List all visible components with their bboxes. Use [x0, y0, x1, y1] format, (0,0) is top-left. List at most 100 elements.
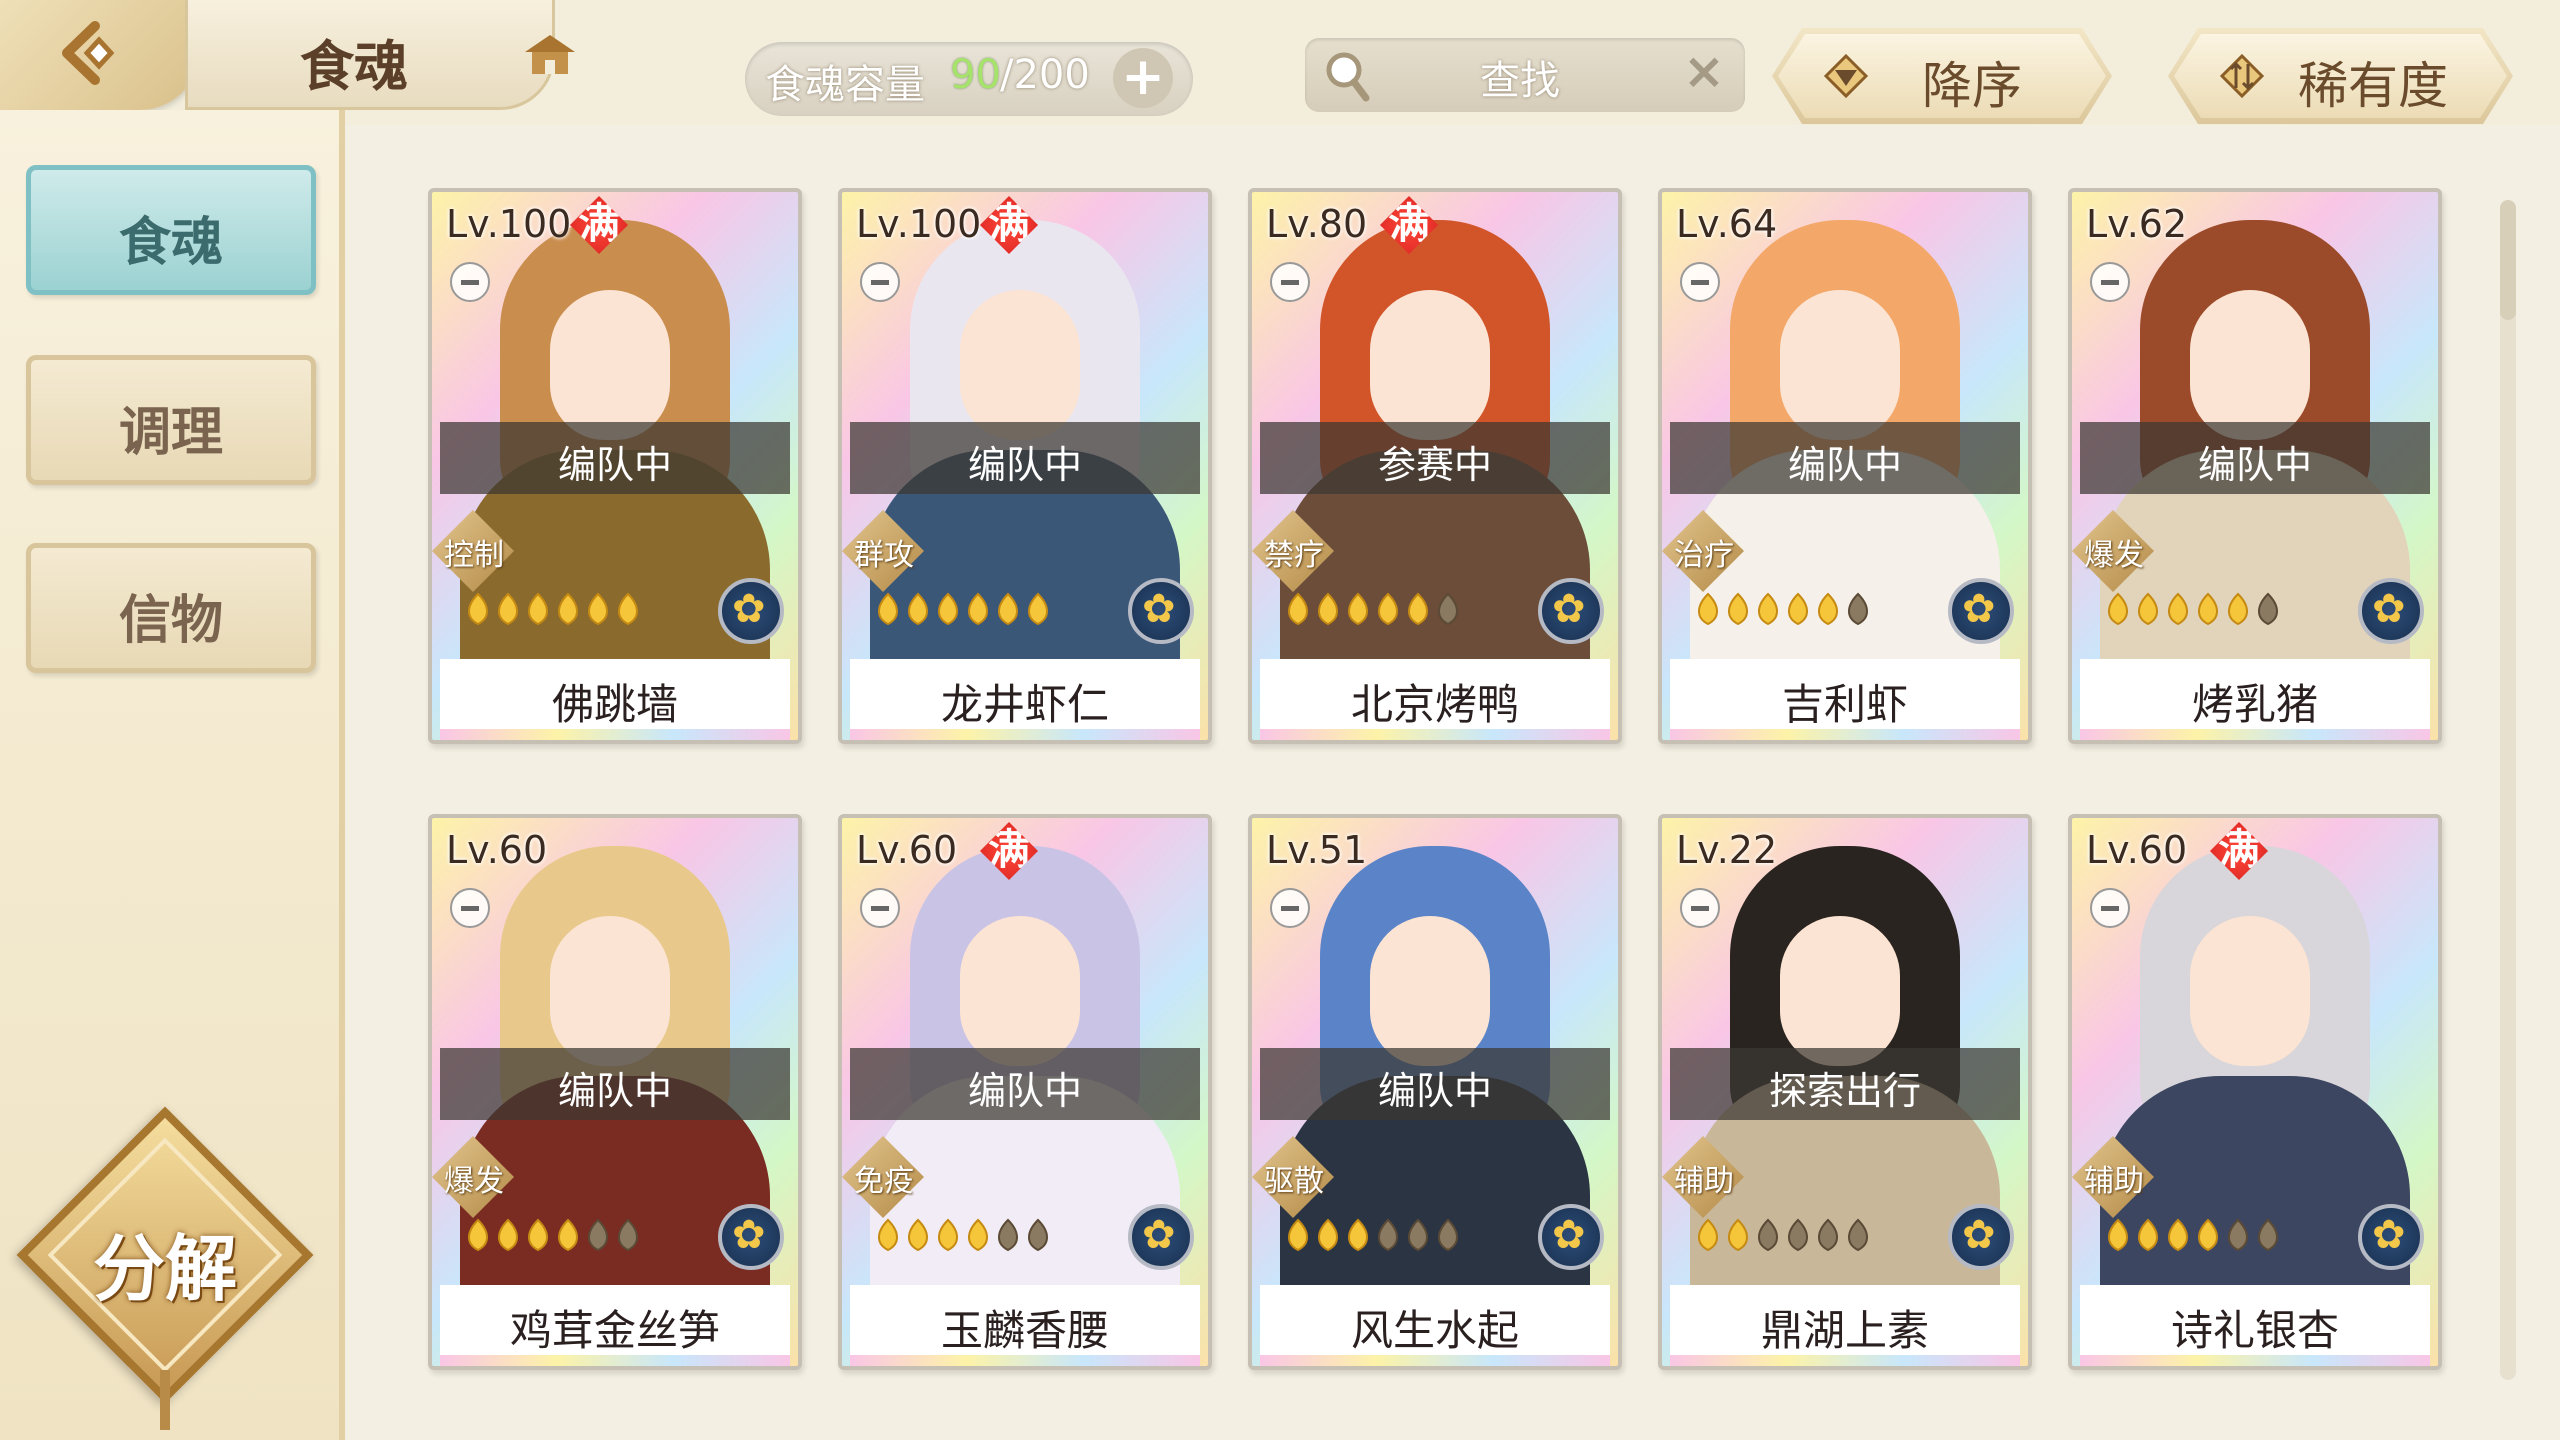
character-name: 佛跳墙 — [551, 680, 678, 729]
element-flower-icon — [1948, 1204, 2014, 1270]
sparkle-strip — [2080, 729, 2430, 740]
tab-tokens[interactable]: 信物 — [26, 543, 316, 673]
level-label: Lv.60 — [446, 828, 548, 872]
status-banner: 编队中 — [440, 1048, 790, 1120]
sort-order-label: 降序 — [1922, 57, 2022, 115]
element-flower-icon — [1538, 1204, 1604, 1270]
character-name: 吉利虾 — [1781, 680, 1908, 729]
food-soul-card[interactable]: Lv.60 编队中 爆发 鸡茸金丝笋 — [428, 814, 802, 1370]
character-name: 玉麟香腰 — [940, 1306, 1109, 1355]
level-label: Lv.62 — [2086, 202, 2188, 246]
food-soul-card[interactable]: Lv.51 编队中 驱散 风生水起 — [1248, 814, 1622, 1370]
lock-toggle-icon[interactable] — [860, 888, 900, 928]
character-name: 北京烤鸭 — [1350, 680, 1519, 729]
food-soul-card[interactable]: Lv.60 满 辅助 诗礼银杏 — [2068, 814, 2442, 1370]
character-name: 烤乳猪 — [2191, 680, 2318, 729]
lock-toggle-icon[interactable] — [2090, 888, 2130, 928]
character-name: 鸡茸金丝笋 — [509, 1306, 720, 1355]
status-banner: 编队中 — [850, 422, 1200, 494]
sparkle-strip — [850, 1355, 1200, 1366]
name-panel: 北京烤鸭 — [1260, 659, 1610, 729]
star-rating-flames-icon — [1698, 592, 1868, 626]
role-label: 控制 — [444, 538, 504, 573]
scrollbar-thumb[interactable] — [2500, 200, 2516, 320]
star-rating-flames-icon — [468, 1218, 638, 1252]
lock-toggle-icon[interactable] — [1680, 262, 1720, 302]
tab-label: 调理 — [118, 402, 223, 463]
role-label: 驱散 — [1264, 1164, 1324, 1199]
tab-label: 食魂 — [118, 212, 223, 273]
element-flower-icon — [1128, 1204, 1194, 1270]
character-name: 诗礼银杏 — [2170, 1306, 2339, 1355]
clear-search-icon[interactable]: × — [1683, 42, 1725, 100]
house-icon[interactable] — [520, 30, 580, 80]
food-soul-card[interactable]: Lv.22 探索出行 辅助 鼎湖上素 — [1658, 814, 2032, 1370]
role-label: 辅助 — [2084, 1164, 2144, 1199]
sort-field-button[interactable]: 稀有度 — [2168, 28, 2513, 124]
search-icon — [1326, 52, 1370, 102]
status-banner: 编队中 — [440, 422, 790, 494]
role-label: 辅助 — [1674, 1164, 1734, 1199]
decompose-label[interactable]: 分解 — [45, 1210, 285, 1315]
element-flower-icon — [718, 1204, 784, 1270]
back-button[interactable] — [0, 0, 200, 110]
page-title: 食魂 — [300, 34, 408, 98]
lock-toggle-icon[interactable] — [1270, 262, 1310, 302]
tassel-decoration — [160, 1370, 170, 1430]
character-name: 鼎湖上素 — [1760, 1306, 1929, 1355]
add-capacity-button[interactable]: + — [1113, 48, 1173, 108]
lock-toggle-icon[interactable] — [450, 888, 490, 928]
level-label: Lv.80 — [1266, 202, 1368, 246]
food-soul-card[interactable]: Lv.100 满 编队中 群攻 龙井虾仁 — [838, 188, 1212, 744]
level-label: Lv.60 — [2086, 828, 2188, 872]
status-banner: 编队中 — [2080, 422, 2430, 494]
tab-label: 信物 — [118, 590, 223, 651]
sparkle-strip — [1670, 729, 2020, 740]
status-text: 编队中 — [557, 443, 672, 487]
sort-field-label: 稀有度 — [2298, 57, 2448, 115]
capacity-label: 食魂容量 — [765, 62, 925, 108]
star-rating-flames-icon — [1288, 1218, 1458, 1252]
sparkle-strip — [1260, 1355, 1610, 1366]
role-label: 免疫 — [854, 1164, 914, 1199]
sort-arrows-icon — [2218, 52, 2266, 100]
lock-toggle-icon[interactable] — [1680, 888, 1720, 928]
capacity-max: /200 — [1000, 52, 1090, 98]
character-name: 龙井虾仁 — [940, 680, 1109, 729]
status-text: 编队中 — [2197, 443, 2312, 487]
status-text: 编队中 — [1377, 1069, 1492, 1113]
scrollbar-track[interactable] — [2500, 200, 2516, 1380]
element-flower-icon — [2358, 578, 2424, 644]
level-label: Lv.100 — [856, 202, 982, 246]
star-rating-flames-icon — [2108, 1218, 2278, 1252]
sparkle-strip — [2080, 1355, 2430, 1366]
lock-toggle-icon[interactable] — [450, 262, 490, 302]
name-panel: 风生水起 — [1260, 1285, 1610, 1355]
status-banner: 编队中 — [1260, 1048, 1610, 1120]
role-label: 爆发 — [444, 1164, 504, 1199]
food-soul-card[interactable]: Lv.80 满 参赛中 禁疗 北京烤鸭 — [1248, 188, 1622, 744]
tab-food-souls[interactable]: 食魂 — [26, 165, 316, 295]
lock-toggle-icon[interactable] — [1270, 888, 1310, 928]
tab-cooking[interactable]: 调理 — [26, 355, 316, 485]
name-panel: 烤乳猪 — [2080, 659, 2430, 729]
name-panel: 吉利虾 — [1670, 659, 2020, 729]
sort-order-button[interactable]: 降序 — [1772, 28, 2112, 124]
role-label: 爆发 — [2084, 538, 2144, 573]
lock-toggle-icon[interactable] — [860, 262, 900, 302]
name-panel: 鼎湖上素 — [1670, 1285, 2020, 1355]
sparkle-strip — [850, 729, 1200, 740]
status-banner: 参赛中 — [1260, 422, 1610, 494]
capacity-count: 90 — [950, 52, 1001, 98]
sparkle-strip — [440, 729, 790, 740]
food-soul-card[interactable]: Lv.100 满 编队中 控制 佛跳墙 — [428, 188, 802, 744]
status-text: 编队中 — [967, 443, 1082, 487]
food-soul-card[interactable]: Lv.62 编队中 爆发 烤乳猪 — [2068, 188, 2442, 744]
name-panel: 玉麟香腰 — [850, 1285, 1200, 1355]
name-panel: 鸡茸金丝笋 — [440, 1285, 790, 1355]
food-soul-card[interactable]: Lv.60 满 编队中 免疫 玉麟香腰 — [838, 814, 1212, 1370]
level-label: Lv.51 — [1266, 828, 1368, 872]
name-panel: 佛跳墙 — [440, 659, 790, 729]
food-soul-card[interactable]: Lv.64 编队中 治疗 吉利虾 — [1658, 188, 2032, 744]
lock-toggle-icon[interactable] — [2090, 262, 2130, 302]
